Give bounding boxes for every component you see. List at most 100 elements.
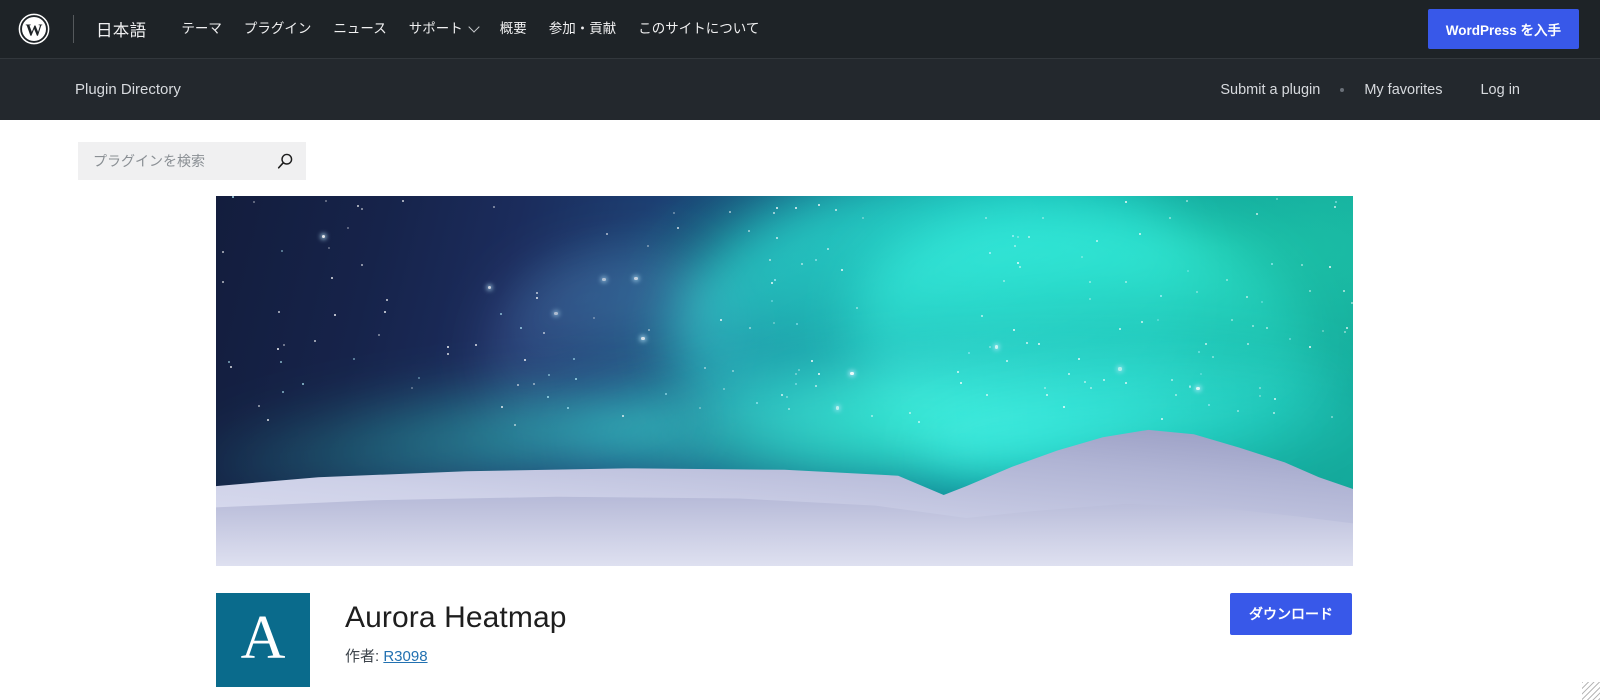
- global-navigation: テーマ プラグイン ニュース サポート 概要 参加・貢献 このサイトについて: [170, 21, 1427, 37]
- star-dot: [283, 343, 286, 346]
- star-dot: [1174, 393, 1177, 396]
- star-dot: [266, 419, 269, 422]
- star-dot: [988, 251, 991, 254]
- star-dot: [1247, 343, 1250, 346]
- star-dot: [1195, 291, 1198, 294]
- star-dot: [1081, 255, 1084, 258]
- search-input[interactable]: [91, 152, 276, 170]
- star-dot: [722, 388, 725, 391]
- star-dot: [1037, 342, 1040, 345]
- star-dot: [1331, 416, 1334, 419]
- star-dot: [1289, 337, 1292, 340]
- plugin-meta: Aurora Heatmap 作者: R3098: [310, 593, 1352, 666]
- star-dot: [1083, 380, 1086, 383]
- search-submit-button[interactable]: [276, 152, 294, 170]
- star-dot: [1261, 301, 1264, 304]
- star-dot: [1169, 217, 1172, 220]
- star-dot: [277, 310, 280, 313]
- star-dot: [1090, 386, 1093, 389]
- star-dot: [773, 212, 776, 215]
- star-dot: [592, 316, 595, 319]
- star-dot: [1329, 265, 1332, 268]
- star-dot: [1019, 265, 1022, 268]
- plugin-directory-bar: Plugin Directory Submit a plugin My favo…: [0, 58, 1600, 120]
- submit-a-plugin-link[interactable]: Submit a plugin: [1220, 82, 1320, 98]
- star-dot: [386, 298, 389, 301]
- star-dot: [605, 232, 608, 235]
- nav-item-about-overview[interactable]: 概要: [489, 22, 538, 36]
- nav-item-news[interactable]: ニュース: [322, 22, 397, 36]
- star-dot: [1017, 261, 1020, 264]
- star-dot: [795, 206, 798, 209]
- star-dot: [330, 276, 333, 279]
- nav-item-themes[interactable]: テーマ: [170, 22, 233, 36]
- star-dot: [732, 369, 735, 372]
- star-dot: [719, 318, 722, 321]
- nav-item-support[interactable]: サポート: [398, 21, 489, 37]
- star-dot: [1334, 200, 1337, 203]
- star-dot: [543, 332, 545, 335]
- star-dot: [814, 258, 817, 261]
- star-dot: [770, 300, 773, 303]
- star-dot: [1089, 298, 1092, 301]
- my-favorites-link[interactable]: My favorites: [1364, 82, 1442, 98]
- star-dot: [835, 406, 840, 410]
- plugin-author-link[interactable]: R3098: [383, 648, 427, 665]
- nav-label: プラグイン: [243, 21, 312, 37]
- star-dot: [1118, 328, 1121, 331]
- star-dot: [634, 276, 638, 281]
- search-row: [0, 120, 1600, 196]
- star-dot: [795, 383, 798, 386]
- get-wordpress-button[interactable]: WordPress を入手: [1427, 9, 1579, 49]
- star-dot: [401, 199, 404, 202]
- star-dot: [1266, 326, 1269, 329]
- nav-label: サポート: [408, 21, 463, 37]
- author-label: 作者:: [345, 647, 380, 665]
- star-dot: [258, 405, 261, 408]
- nav-label: ニュース: [333, 21, 387, 37]
- star-dot: [1196, 386, 1200, 391]
- download-button[interactable]: ダウンロード: [1230, 593, 1352, 635]
- global-header-bar: W 日本語 テーマ プラグイン ニュース サポート 概要 参加・貢献 このサイト…: [0, 0, 1600, 58]
- locale-switcher[interactable]: 日本語: [96, 17, 146, 41]
- star-dot: [957, 370, 960, 373]
- star-dot: [798, 368, 801, 371]
- star-dot: [1211, 355, 1214, 358]
- chevron-down-icon: [468, 21, 480, 33]
- star-dot: [646, 245, 649, 248]
- nav-item-plugins[interactable]: プラグイン: [233, 22, 323, 36]
- star-dot: [968, 351, 971, 354]
- star-dot: [535, 297, 538, 300]
- star-dot: [314, 340, 317, 343]
- star-dot: [1258, 387, 1261, 390]
- plugin-page-main: A Aurora Heatmap 作者: R3098 ダウンロード: [0, 196, 1600, 687]
- star-dot: [232, 196, 235, 199]
- star-dot: [1139, 232, 1142, 235]
- star-dot: [1321, 329, 1324, 332]
- star-dot: [1025, 341, 1028, 344]
- star-dot: [1256, 213, 1259, 216]
- nav-item-contribute[interactable]: 参加・貢献: [538, 22, 628, 36]
- star-dot: [988, 345, 991, 348]
- star-dot: [378, 334, 381, 337]
- log-in-link[interactable]: Log in: [1480, 82, 1520, 98]
- star-dot: [748, 327, 751, 330]
- star-dot: [1156, 319, 1159, 322]
- star-dot: [1006, 359, 1009, 362]
- star-dot: [994, 345, 999, 349]
- star-dot: [222, 280, 225, 283]
- star-dot: [1259, 395, 1262, 398]
- star-dot: [861, 217, 864, 220]
- star-dot: [1017, 235, 1020, 238]
- plugin-directory-title-link[interactable]: Plugin Directory: [75, 81, 181, 98]
- star-dot: [446, 352, 449, 355]
- star-dot: [1171, 379, 1174, 382]
- wordpress-logo-link[interactable]: W: [18, 13, 50, 45]
- star-dot: [1199, 373, 1202, 376]
- star-dot: [781, 394, 784, 397]
- star-dot: [801, 263, 804, 266]
- nav-item-about-site[interactable]: このサイトについて: [627, 22, 770, 36]
- star-dot: [334, 313, 337, 316]
- star-dot: [1271, 262, 1274, 265]
- star-dot: [532, 382, 535, 385]
